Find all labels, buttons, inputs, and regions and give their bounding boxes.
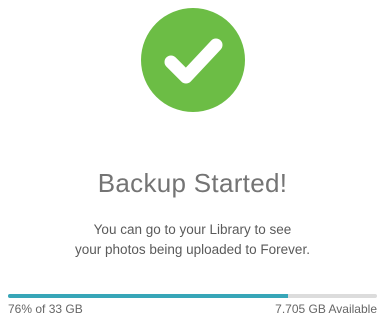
storage-progress-bar	[8, 294, 377, 298]
status-message-line-2: your photos being uploaded to Forever.	[75, 242, 310, 257]
status-title: Backup Started!	[97, 168, 288, 198]
success-badge	[141, 8, 245, 112]
backup-started-screen: Backup Started! You can go to your Libra…	[0, 0, 385, 327]
status-message: You can go to your Library to see your p…	[0, 220, 385, 260]
status-message-line-1: You can go to your Library to see	[93, 222, 292, 237]
storage-available-label: 7.705 GB Available	[275, 302, 377, 316]
storage-progress-fill	[8, 294, 289, 298]
storage-used-label: 76% of 33 GB	[8, 302, 83, 316]
checkmark-icon	[164, 38, 223, 84]
